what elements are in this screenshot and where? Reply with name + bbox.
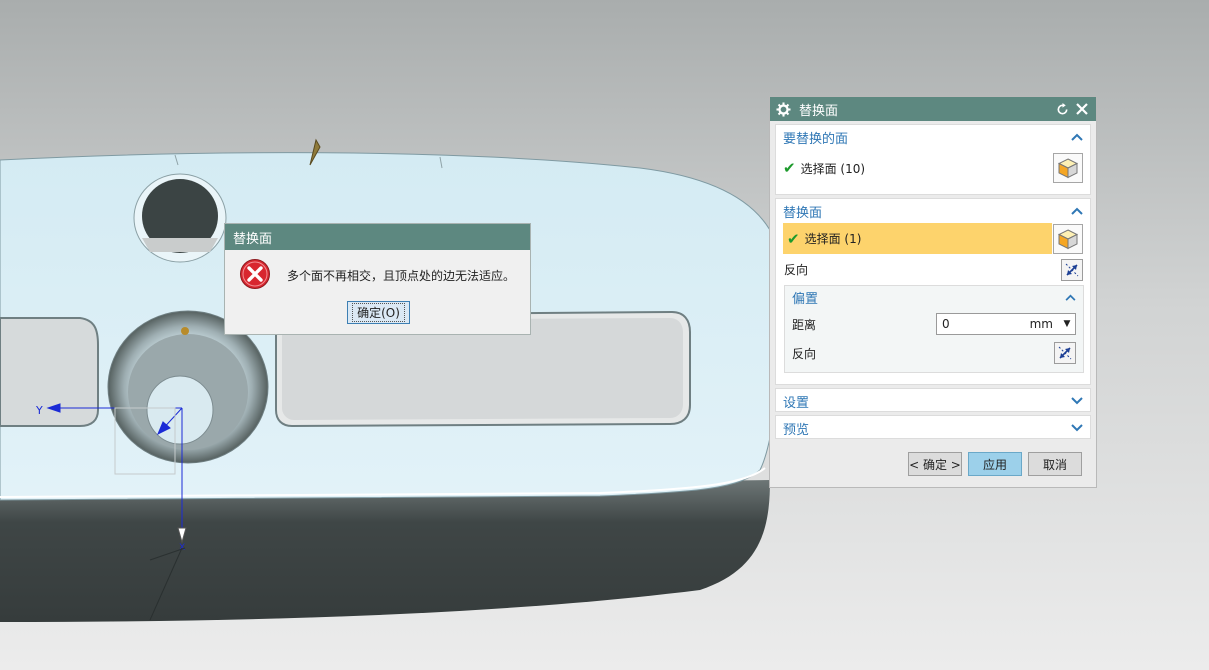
settings-title: 设置 [783, 395, 810, 411]
message-ok-button[interactable]: 确定(O) [347, 301, 410, 324]
chevron-up-icon [1065, 290, 1076, 305]
target-face-header[interactable]: 要替换的面 [776, 125, 1090, 149]
settings-section[interactable]: 设置 [775, 388, 1091, 412]
preview-section[interactable]: 预览 [775, 415, 1091, 439]
flip-direction-icon [1058, 346, 1072, 360]
face-cube-icon [1057, 158, 1079, 179]
checkmark-icon: ✔ [783, 159, 796, 177]
error-icon [239, 258, 271, 293]
message-box-body: 多个面不再相交，且顶点处的边无法适应。 [225, 250, 530, 301]
dropdown-arrow-icon[interactable]: ▼ [1059, 319, 1075, 329]
preview-header[interactable]: 预览 [776, 416, 1090, 440]
offset-reverse-label: 反向 [792, 346, 817, 361]
ok-button[interactable]: < 确定 > [908, 452, 962, 476]
error-message-box: 替换面 多个面不再相交，且顶点处的边无法适应。 确定(O) [224, 223, 531, 335]
distance-row: 距离 0 mm ▼ [785, 308, 1083, 340]
replacement-face-section: 替换面 ✔ 选择面 (1) 反向 偏置 距离 0 mm ▼ 反向 [775, 198, 1091, 385]
cancel-button[interactable]: 取消 [1028, 452, 1082, 476]
target-face-section: 要替换的面 ✔ 选择面 (10) [775, 124, 1091, 195]
flip-direction-icon [1065, 263, 1079, 276]
message-ok-label: 确定(O) [352, 303, 405, 322]
offset-title: 偏置 [792, 291, 819, 307]
replacement-face-header[interactable]: 替换面 [776, 199, 1090, 223]
chevron-down-icon [1071, 394, 1083, 409]
target-face-title: 要替换的面 [783, 131, 849, 147]
error-message-text: 多个面不再相交，且顶点处的边无法适应。 [287, 269, 516, 283]
offset-reverse-row: 反向 [785, 340, 1083, 366]
replacement-select-highlight[interactable]: ✔ 选择面 (1) [783, 223, 1052, 254]
replacement-select-row[interactable]: ✔ 选择面 (1) [776, 223, 1090, 256]
distance-label: 距离 [792, 317, 817, 332]
select-face-button[interactable] [1053, 153, 1083, 183]
dialog-titlebar: 替换面 [770, 97, 1096, 121]
replacement-face-title: 替换面 [783, 205, 823, 221]
apply-button[interactable]: 应用 [968, 452, 1022, 476]
chevron-up-icon [1071, 130, 1083, 145]
face-cube-icon [1057, 229, 1079, 250]
chevron-up-icon [1071, 204, 1083, 219]
target-select-row[interactable]: ✔ 选择面 (10) [776, 149, 1090, 187]
offset-header[interactable]: 偏置 [785, 286, 1083, 308]
chevron-down-icon [1071, 421, 1083, 436]
distance-value: 0 [942, 317, 950, 331]
dialog-title: 替换面 [799, 103, 839, 119]
reset-icon[interactable] [1054, 101, 1070, 117]
target-select-label: 选择面 (10) [800, 161, 866, 176]
reverse-direction-button[interactable] [1061, 258, 1083, 281]
replace-face-dialog: 替换面 要替换的面 ✔ 选择面 (10) 替换面 ✔ 选择面 (1) 反向 偏置… [769, 96, 1097, 488]
distance-input[interactable]: 0 mm ▼ [936, 313, 1076, 335]
replacement-select-label: 选择面 (1) [804, 232, 862, 246]
offset-section: 偏置 距离 0 mm ▼ 反向 [784, 285, 1084, 373]
close-icon[interactable] [1074, 101, 1090, 117]
offset-reverse-button[interactable] [1054, 342, 1076, 364]
dialog-footer: < 确定 > 应用 取消 [770, 441, 1096, 487]
left-pocket [0, 317, 99, 427]
gear-icon[interactable] [776, 101, 791, 117]
replacement-reverse-label: 反向 [784, 263, 809, 277]
preview-title: 预览 [783, 422, 810, 438]
y-axis-label: Y [35, 404, 43, 417]
replacement-reverse-row: 反向 [776, 256, 1090, 283]
distance-unit: mm [1029, 317, 1053, 331]
checkmark-icon: ✔ [787, 229, 800, 248]
select-replacement-face-button[interactable] [1053, 224, 1083, 254]
message-box-title: 替换面 [225, 224, 530, 250]
settings-header[interactable]: 设置 [776, 389, 1090, 413]
